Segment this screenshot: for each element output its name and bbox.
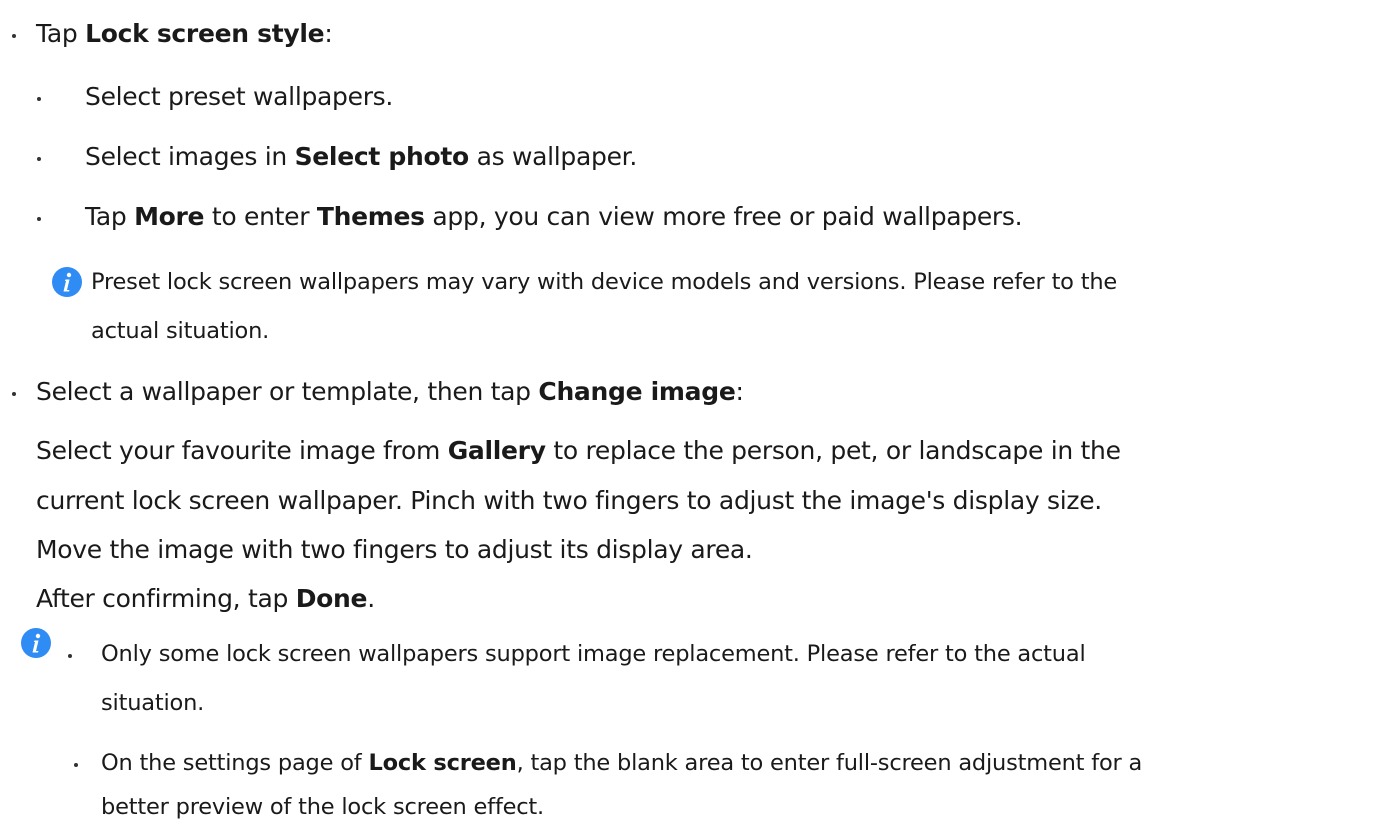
bullet-dot: [12, 392, 16, 396]
paragraph-line: After confirming, tap Done.: [36, 584, 375, 613]
note-bullet-dot: [74, 763, 78, 767]
info-icon: [52, 267, 82, 297]
bullet-dot: [12, 34, 16, 38]
note-item-lock-screen-settings-continued: better preview of the lock screen effect…: [101, 794, 544, 820]
paragraph-line: current lock screen wallpaper. Pinch wit…: [36, 486, 1102, 515]
bullet-lock-screen-style: Tap Lock screen style:: [36, 19, 333, 48]
note-bullet-dot: [68, 654, 72, 658]
note-item-image-replacement-continued: situation.: [101, 690, 205, 716]
sub-item-preset-wallpapers: Select preset wallpapers.: [85, 82, 394, 111]
note-item-image-replacement: Only some lock screen wallpapers support…: [101, 641, 1086, 667]
bullet-change-image: Select a wallpaper or template, then tap…: [36, 377, 744, 406]
sub-bullet-dot: [37, 217, 41, 221]
sub-item-select-photo: Select images in Select photo as wallpap…: [85, 142, 637, 171]
sub-item-themes: Tap More to enter Themes app, you can vi…: [85, 202, 1023, 231]
note-item-lock-screen-settings: On the settings page of Lock screen, tap…: [101, 750, 1143, 776]
note-text-continued: actual situation.: [91, 318, 270, 344]
sub-bullet-dot: [37, 157, 41, 161]
note-text: Preset lock screen wallpapers may vary w…: [91, 269, 1118, 295]
paragraph-line: Move the image with two fingers to adjus…: [36, 535, 753, 564]
paragraph-line: Select your favourite image from Gallery…: [36, 436, 1121, 465]
info-icon: [21, 628, 51, 658]
sub-bullet-dot: [37, 97, 41, 101]
